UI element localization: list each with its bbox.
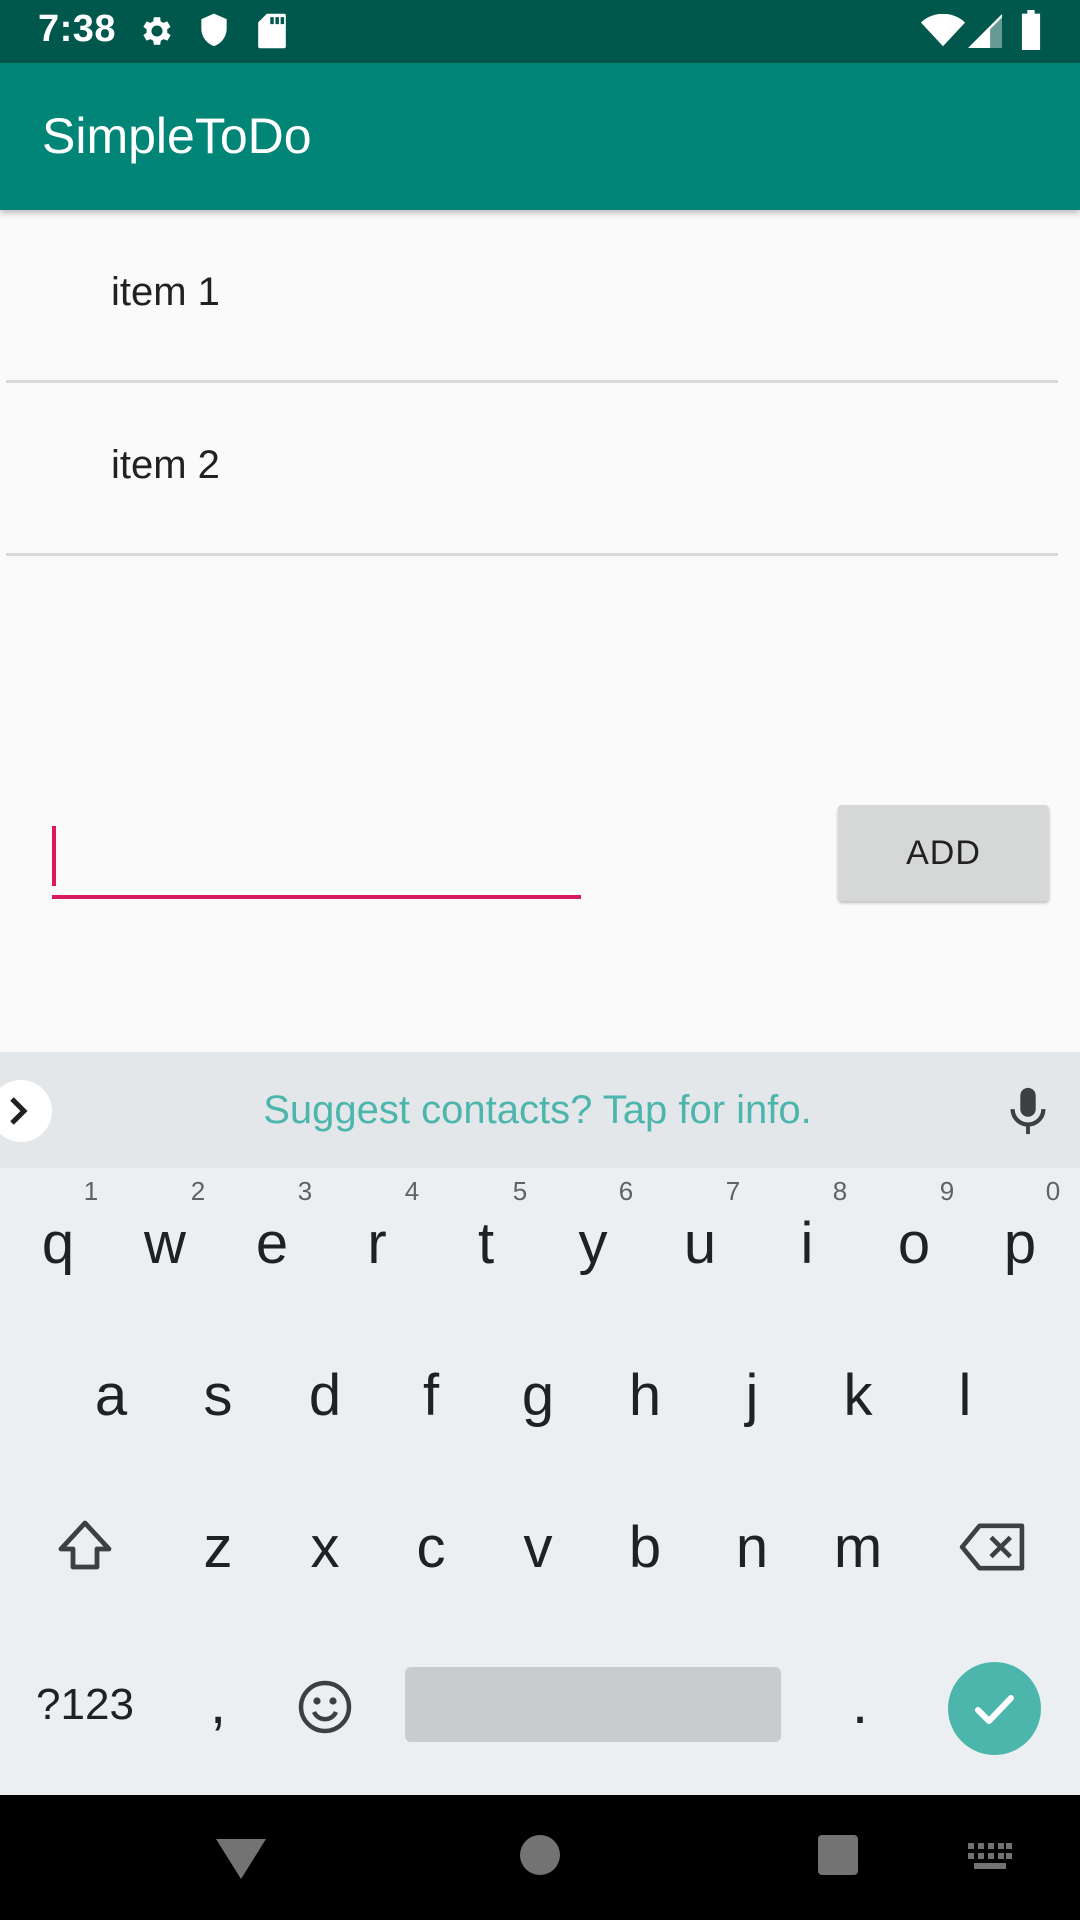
- shield-icon: [197, 12, 231, 55]
- key-j[interactable]: j: [702, 1362, 802, 1429]
- suggestion-strip: Suggest contacts? Tap for info.: [0, 1052, 1080, 1168]
- key-hint: 1: [83, 1176, 99, 1206]
- checkmark-icon: [975, 1695, 1014, 1724]
- todo-list: item 1 item 2: [6, 210, 1058, 556]
- keyboard-switcher-icon[interactable]: [968, 1843, 1012, 1871]
- key-label: q: [41, 1211, 75, 1276]
- key-u[interactable]: u7: [650, 1176, 750, 1277]
- sd-card-icon: [256, 12, 288, 55]
- text-cursor: [52, 826, 56, 886]
- key-c[interactable]: c: [381, 1514, 481, 1581]
- new-item-input[interactable]: [52, 822, 581, 899]
- key-t[interactable]: t5: [436, 1176, 536, 1277]
- key-hint: 8: [832, 1176, 848, 1206]
- key-y[interactable]: y6: [543, 1176, 643, 1277]
- enter-key[interactable]: [948, 1662, 1041, 1755]
- key-label: p: [1003, 1211, 1037, 1276]
- key-label: r: [367, 1211, 387, 1276]
- key-k[interactable]: k: [808, 1362, 908, 1429]
- key-label: o: [897, 1211, 931, 1276]
- key-hint: 9: [939, 1176, 955, 1206]
- back-icon[interactable]: [216, 1835, 266, 1881]
- period-key[interactable]: .: [810, 1670, 910, 1737]
- settings-icon: [138, 12, 176, 55]
- key-hint: 4: [404, 1176, 420, 1206]
- key-hint: 7: [725, 1176, 741, 1206]
- shift-key[interactable]: [35, 1517, 135, 1587]
- key-v[interactable]: v: [488, 1514, 588, 1581]
- key-e[interactable]: e3: [222, 1176, 322, 1277]
- emoji-key[interactable]: [275, 1677, 375, 1751]
- shift-icon: [58, 1520, 112, 1570]
- key-hint: 6: [618, 1176, 634, 1206]
- key-label: u: [683, 1211, 717, 1276]
- key-q[interactable]: q1: [8, 1176, 108, 1277]
- navigation-bar: [0, 1795, 1080, 1920]
- suggestion-text[interactable]: Suggest contacts? Tap for info.: [0, 1088, 1075, 1133]
- key-hint: 5: [512, 1176, 528, 1206]
- key-label: i: [800, 1211, 814, 1276]
- key-label: y: [578, 1211, 608, 1276]
- list-item-label: item 1: [111, 270, 220, 314]
- add-button[interactable]: ADD: [838, 805, 1049, 901]
- list-item[interactable]: item 2: [6, 383, 1058, 556]
- key-l[interactable]: l: [915, 1362, 1015, 1429]
- key-o[interactable]: o9: [864, 1176, 964, 1277]
- space-bar[interactable]: [405, 1667, 781, 1742]
- backspace-key[interactable]: [943, 1520, 1043, 1588]
- key-p[interactable]: p0: [970, 1176, 1070, 1277]
- signal-icon: [968, 14, 1002, 53]
- key-s[interactable]: s: [168, 1362, 268, 1429]
- list-item[interactable]: item 1: [6, 210, 1058, 383]
- mic-icon[interactable]: [1008, 1086, 1048, 1141]
- status-bar: 7:38: [0, 0, 1080, 63]
- battery-icon: [1020, 10, 1042, 55]
- wifi-icon: [920, 13, 966, 53]
- recents-icon[interactable]: [818, 1835, 858, 1875]
- app-bar: SimpleToDo: [0, 63, 1080, 210]
- key-m[interactable]: m: [808, 1514, 908, 1581]
- key-w[interactable]: w2: [115, 1176, 215, 1277]
- key-f[interactable]: f: [381, 1362, 481, 1429]
- home-icon[interactable]: [520, 1835, 560, 1875]
- key-g[interactable]: g: [488, 1362, 588, 1429]
- key-label: w: [144, 1211, 186, 1276]
- key-z[interactable]: z: [168, 1514, 268, 1581]
- key-a[interactable]: a: [61, 1362, 161, 1429]
- app-title: SimpleToDo: [42, 108, 312, 164]
- key-hint: 2: [190, 1176, 206, 1206]
- key-h[interactable]: h: [595, 1362, 695, 1429]
- key-n[interactable]: n: [702, 1514, 802, 1581]
- soft-keyboard: Suggest contacts? Tap for info. q1 w2 e3…: [0, 1052, 1080, 1795]
- key-b[interactable]: b: [595, 1514, 695, 1581]
- backspace-icon: [959, 1523, 1025, 1571]
- key-i[interactable]: i8: [757, 1176, 857, 1277]
- key-r[interactable]: r4: [327, 1176, 427, 1277]
- symbols-key[interactable]: ?123: [35, 1680, 135, 1730]
- key-hint: 0: [1045, 1176, 1061, 1206]
- key-x[interactable]: x: [275, 1514, 375, 1581]
- list-item-label: item 2: [111, 443, 220, 487]
- key-hint: 3: [297, 1176, 313, 1206]
- key-label: e: [255, 1211, 289, 1276]
- emoji-icon: [298, 1680, 352, 1734]
- key-d[interactable]: d: [275, 1362, 375, 1429]
- key-label: t: [477, 1211, 495, 1276]
- status-time: 7:38: [38, 8, 117, 50]
- comma-key[interactable]: ,: [168, 1670, 268, 1737]
